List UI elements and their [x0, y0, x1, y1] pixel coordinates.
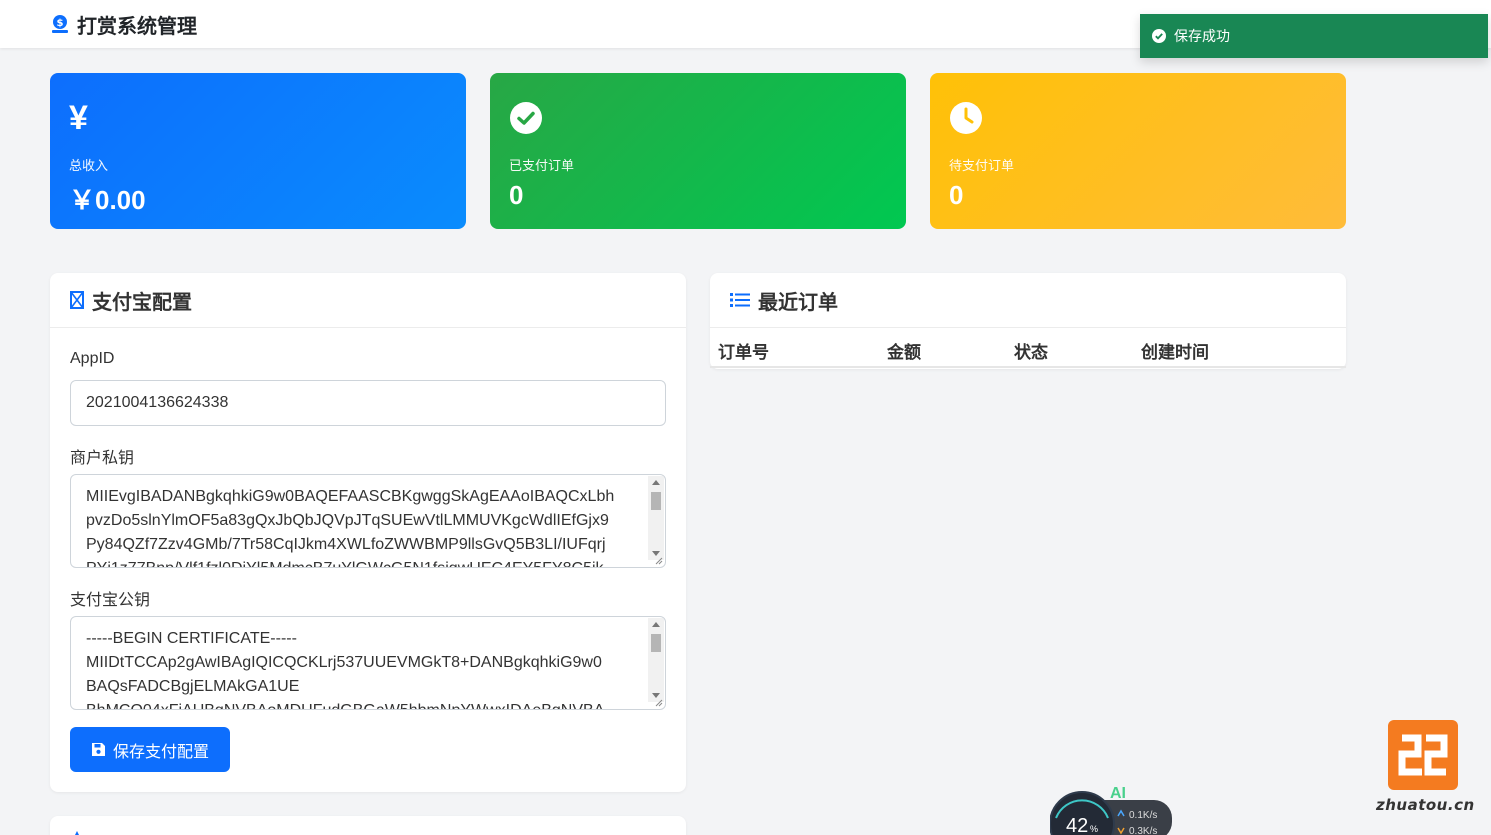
textarea-line: BhMCQ04xFjAUBgNVBAoMDUFudGBGaW5hbmNpYWwx… [86, 699, 637, 709]
save-config-button[interactable]: 保存支付配置 [70, 727, 230, 772]
stat-card-pending-orders: 待支付订单 0 [930, 73, 1346, 229]
settings-icon [75, 831, 79, 835]
textarea-line: MIIEvgIBADANBgkqhkiG9w0BAQEFAASCBKgwggSk… [86, 488, 615, 505]
download-speed: 0.3K/s [1129, 826, 1157, 835]
save-icon [91, 743, 105, 756]
public-key-textarea[interactable]: -----BEGIN CERTIFICATE----- MIIDtTCCAp2g… [70, 616, 666, 710]
textarea-line: MIIDtTCCAp2gAwIBAgIQICQCKLrj537UUEVMGkT8… [86, 654, 602, 671]
textarea-line: -----BEGIN CERTIFICATE----- [86, 630, 297, 647]
site-logo-icon [1398, 734, 1448, 776]
appid-input[interactable] [70, 380, 666, 426]
check-circle-icon [510, 102, 542, 134]
stat-value: ￥0.00 [69, 185, 146, 215]
scroll-thumb[interactable] [651, 492, 661, 510]
list-icon [730, 293, 750, 307]
alipay-config-card: 支付宝配置 AppID 商户私钥 MIIEvgIBADANBgkqhkiG9w0… [50, 273, 686, 792]
column-header-created-time: 创建时间 [1141, 343, 1209, 362]
speed-monitor-graphic: AI 42 % 0.1K/s 0.3K/s [1049, 785, 1172, 835]
textarea-line: BAQsFADCBgjELMAkGA1UE [86, 678, 300, 695]
textarea-line: Py84QZf7Zzv4GMb/7Tr58CqIJkm4XWLfoZWWBMP9… [86, 536, 606, 553]
stat-label: 已支付订单 [509, 158, 575, 173]
check-circle-icon [1152, 29, 1166, 43]
textarea-line: PYj1z77Bnp/Vlf1fzl0DiYl5MdmcB7uYlGWcG5N1… [86, 557, 637, 567]
scrollbar[interactable] [648, 618, 664, 702]
ai-badge: AI [1110, 785, 1126, 802]
scroll-thumb[interactable] [651, 634, 661, 652]
private-key-textarea[interactable]: MIIEvgIBADANBgkqhkiG9w0BAQEFAASCBKgwggSk… [70, 474, 666, 568]
next-config-card [50, 816, 686, 835]
textarea-line: pvzDo5slnYlmOF5a83gQxJbQbJQVpJTqSUEwVtlL… [86, 512, 609, 529]
column-header-order-no: 订单号 [718, 343, 769, 362]
watermark-text: zhuatou.cn [1376, 796, 1475, 814]
toast-message: 保存成功 [1174, 28, 1230, 44]
save-config-label: 保存支付配置 [112, 743, 209, 761]
resize-grip-icon[interactable] [653, 555, 663, 565]
scroll-up-icon[interactable] [652, 622, 660, 627]
app-title: 打赏系统管理 [77, 15, 197, 38]
public-key-label: 支付宝公钥 [70, 592, 151, 609]
stat-value: 0 [509, 180, 524, 210]
speed-monitor-widget[interactable]: AI 42 % 0.1K/s 0.3K/s [1049, 778, 1175, 835]
stat-card-total-income: ¥ 总收入 ￥0.00 [50, 73, 466, 229]
site-logo [1388, 720, 1458, 790]
money-bag-icon: $ [52, 15, 68, 33]
alipay-icon [70, 291, 84, 309]
column-header-amount: 金额 [887, 343, 921, 362]
stat-card-paid-orders: 已支付订单 0 [490, 73, 906, 229]
scrollbar[interactable] [648, 476, 664, 560]
yen-icon: ¥ [69, 99, 88, 137]
recent-orders-card: 最近订单 订单号 金额 状态 创建时间 [710, 273, 1346, 369]
stat-label: 待支付订单 [949, 158, 1015, 173]
cpu-value: 42 [1066, 815, 1088, 835]
card-title: 支付宝配置 [92, 291, 192, 314]
resize-grip-icon[interactable] [653, 697, 663, 707]
card-header: 最近订单 [710, 273, 1346, 328]
clock-icon [950, 102, 982, 134]
card-title: 最近订单 [758, 291, 838, 314]
card-header: 支付宝配置 [50, 273, 686, 328]
private-key-label: 商户私钥 [70, 450, 135, 467]
stat-value: 0 [949, 180, 964, 210]
upload-speed: 0.1K/s [1129, 810, 1157, 821]
cpu-unit: % [1090, 824, 1098, 834]
success-toast: 保存成功 [1140, 14, 1488, 58]
svg-text:$: $ [57, 18, 64, 29]
stat-label: 总收入 [69, 158, 109, 173]
column-header-status: 状态 [1014, 343, 1048, 362]
scroll-up-icon[interactable] [652, 480, 660, 485]
appid-label: AppID [70, 350, 115, 367]
orders-table-header: 订单号 金额 状态 创建时间 [710, 328, 1346, 368]
